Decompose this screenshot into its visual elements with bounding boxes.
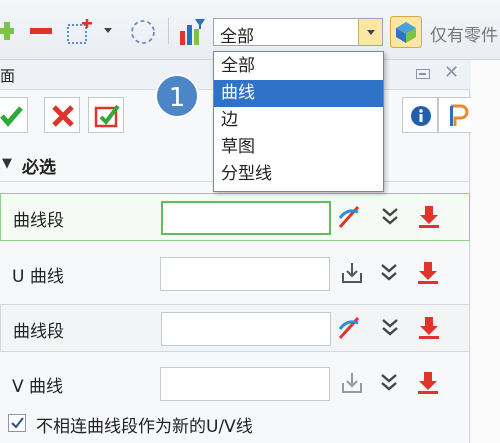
v-curve-row: V 曲线 <box>0 360 470 408</box>
download-red-icon[interactable] <box>415 370 439 396</box>
cancel-button[interactable] <box>44 97 80 133</box>
ok-button[interactable] <box>0 97 28 133</box>
bar-chart-filter-icon[interactable] <box>178 17 206 47</box>
curve-segment-input-2[interactable] <box>161 312 331 346</box>
filter-dropdown-list: 全部 曲线 边 草图 分型线 <box>213 51 384 192</box>
curve-segment-input-1[interactable] <box>161 201 331 235</box>
pick-curve-icon[interactable] <box>337 204 361 230</box>
help-icon <box>450 104 469 126</box>
apply-button[interactable] <box>88 97 124 133</box>
new-uv-checkbox[interactable] <box>8 414 26 432</box>
download-red-icon[interactable] <box>416 315 440 341</box>
info-button[interactable] <box>402 97 438 133</box>
section-title: 必选 <box>22 158 56 178</box>
v-curve-input[interactable] <box>160 367 330 401</box>
panel-title: 面 <box>0 67 16 85</box>
curve-segment-row-1: 曲线段 <box>0 193 470 241</box>
chevron-down-icon[interactable] <box>380 370 404 396</box>
dropdown-option-curve[interactable]: 曲线 <box>214 80 383 107</box>
chevron-down-icon[interactable] <box>381 204 405 230</box>
x-icon <box>52 105 74 127</box>
filter-combo[interactable]: 全部 <box>213 18 383 47</box>
dashed-circle-icon[interactable] <box>130 19 156 45</box>
only-parts-label[interactable]: 仅有零件 <box>430 21 498 46</box>
chevron-down-icon[interactable] <box>381 315 405 341</box>
shape-select-icon[interactable] <box>390 16 422 48</box>
dropdown-option-edge[interactable]: 边 <box>214 107 383 134</box>
step-number-badge: 1 <box>155 74 199 118</box>
toolbar-separator <box>168 18 169 44</box>
info-icon <box>411 106 431 126</box>
minimize-icon[interactable] <box>416 69 430 79</box>
curve-segment-row-2: 曲线段 <box>0 304 470 352</box>
check-icon <box>0 106 23 127</box>
dropdown-option-sketch[interactable]: 草图 <box>214 134 383 161</box>
u-curve-row: U 曲线 <box>0 250 470 298</box>
dropdown-arrow-icon[interactable] <box>104 28 112 34</box>
new-uv-checkbox-label: 不相连曲线段作为新的U/V线 <box>36 417 253 437</box>
dropdown-option-parting-line[interactable]: 分型线 <box>214 161 383 188</box>
add-point-icon[interactable] <box>66 19 94 45</box>
import-icon[interactable] <box>340 260 364 286</box>
row-label: U 曲线 <box>12 267 64 287</box>
minus-icon[interactable] <box>30 28 52 34</box>
u-curve-input[interactable] <box>160 257 330 291</box>
download-red-icon[interactable] <box>416 204 440 230</box>
chevron-down-icon[interactable] <box>380 260 404 286</box>
row-label: 曲线段 <box>13 322 64 342</box>
row-label: V 曲线 <box>12 377 64 397</box>
filter-combo-value: 全部 <box>220 27 254 47</box>
plus-icon[interactable] <box>0 22 14 40</box>
right-strip <box>471 60 500 443</box>
checkmark-icon <box>11 417 24 429</box>
row-label: 曲线段 <box>13 211 64 231</box>
download-red-icon[interactable] <box>415 260 439 286</box>
import-icon[interactable] <box>340 370 364 396</box>
combo-dropdown-button[interactable] <box>358 19 382 45</box>
new-uv-checkbox-row: 不相连曲线段作为新的U/V线 <box>0 410 470 440</box>
apply-check-icon <box>94 104 120 128</box>
close-icon[interactable]: ✕ <box>444 62 459 83</box>
help-button[interactable] <box>438 97 474 133</box>
collapse-arrow-icon[interactable]: ▼ <box>2 156 12 171</box>
pick-curve-icon[interactable] <box>337 315 361 341</box>
dropdown-option-all[interactable]: 全部 <box>214 53 383 80</box>
